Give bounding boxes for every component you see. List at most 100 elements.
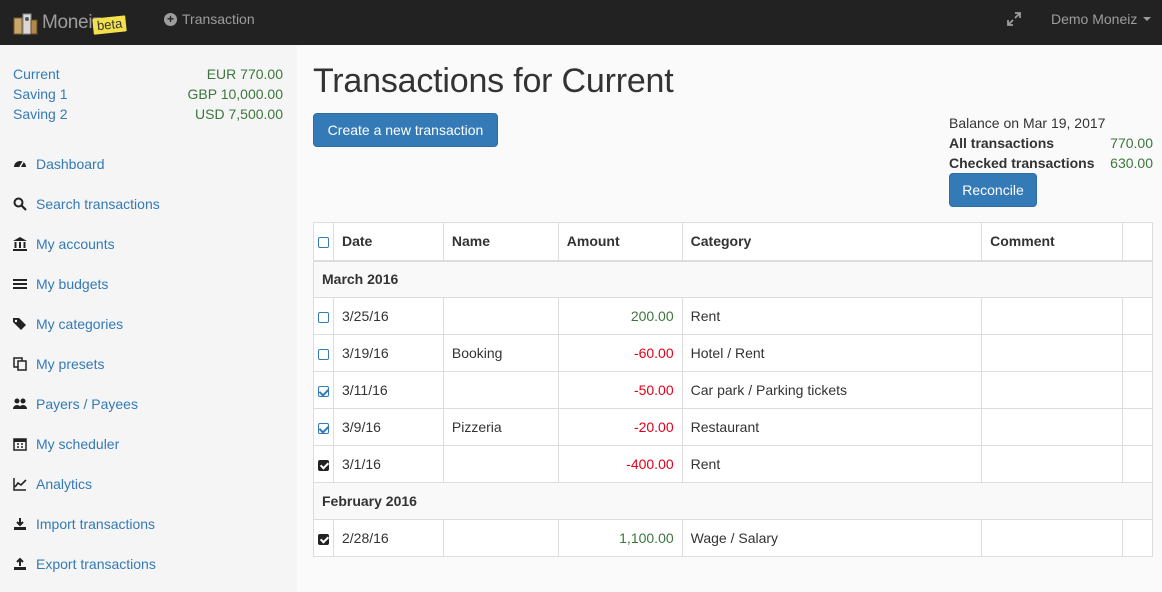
column-header-actions [1122,222,1153,262]
category-cell: Car park / Parking tickets [681,371,983,409]
balance-heading: Balance on Mar 19, 2017 [949,115,1106,131]
user-name: Demo Moneiz [1051,11,1138,27]
users-icon [12,397,28,411]
sidebar-item-scheduler[interactable]: My scheduler [12,434,119,454]
sidebar-item-categories[interactable]: My categories [12,314,123,334]
date-cell: 3/1/16 [332,445,444,483]
row-checkbox[interactable] [318,533,329,545]
new-transaction-label: Transaction [182,11,255,27]
table-row[interactable]: 3/19/16 Booking -60.00 Hotel / Rent [313,334,1153,372]
name-cell: Booking [442,334,559,372]
account-row-saving-2[interactable]: Saving 2 USD 7,500.00 [13,106,283,122]
account-name[interactable]: Current [13,66,60,82]
amount-cell: -20.00 [557,408,683,446]
import-icon [12,517,28,531]
category-cell: Hotel / Rent [681,334,983,372]
table-header-row: Date Name Amount Category Comment [313,222,1153,262]
checkbox-cell [313,371,334,409]
sidebar-item-label: Import transactions [36,516,156,532]
row-actions-cell [1122,519,1153,557]
all-transactions-balance: All transactions 770.00 [949,135,1153,151]
name-cell [442,371,559,409]
row-actions-cell [1122,297,1153,335]
balance-label: All transactions [949,135,1055,151]
moneiz-logo-icon [12,10,38,36]
balance-value: 770.00 [1110,135,1153,151]
column-header-amount[interactable]: Amount [557,222,683,262]
column-header-comment[interactable]: Comment [981,222,1123,262]
row-checkbox[interactable] [318,348,329,360]
sidebar-item-dashboard[interactable]: Dashboard [12,154,105,174]
account-row-current[interactable]: Current EUR 770.00 [13,66,283,82]
select-all-cell [313,222,334,262]
row-checkbox[interactable] [318,459,329,471]
comment-cell [981,334,1123,372]
table-row[interactable]: 3/1/16 -400.00 Rent [313,445,1153,483]
account-row-saving-1[interactable]: Saving 1 GBP 10,000.00 [13,86,283,102]
sidebar-item-label: Payers / Payees [36,396,138,412]
sidebar-item-payees[interactable]: Payers / Payees [12,394,138,414]
sidebar-item-label: Dashboard [36,156,105,172]
select-all-checkbox[interactable] [318,237,329,249]
comment-cell [981,297,1123,335]
dashboard-icon [12,157,28,171]
sidebar-item-label: Search transactions [36,196,160,212]
sidebar-item-budgets[interactable]: My budgets [12,274,108,294]
sidebar-item-label: My categories [36,316,124,332]
comment-cell [981,519,1123,557]
date-cell: 3/9/16 [332,408,444,446]
copy-icon [12,357,28,371]
reconcile-button[interactable]: Reconcile [949,173,1037,207]
create-transaction-button[interactable]: Create a new transaction [313,113,498,147]
sidebar-item-label: My presets [36,356,105,372]
account-name[interactable]: Saving 1 [13,86,67,102]
comment-cell [981,371,1123,409]
row-checkbox[interactable] [318,311,329,323]
row-checkbox[interactable] [318,422,329,434]
sidebar-item-analytics[interactable]: Analytics [12,474,92,494]
row-actions-cell [1122,371,1153,409]
column-header-date[interactable]: Date [332,222,444,262]
account-name[interactable]: Saving 2 [13,106,67,122]
sidebar-item-presets[interactable]: My presets [12,354,104,374]
sidebar-item-search[interactable]: Search transactions [12,194,160,214]
table-row[interactable]: 3/11/16 -50.00 Car park / Parking tickets [313,371,1153,409]
sidebar-item-label: Analytics [36,476,93,492]
user-menu[interactable]: Demo Moneiz [1051,0,1152,38]
chart-icon [12,477,28,491]
row-checkbox[interactable] [318,385,329,397]
column-header-category[interactable]: Category [681,222,983,262]
page-title: Transactions for Current [313,62,674,100]
account-balance: EUR 770.00 [206,66,283,82]
sidebar-item-import[interactable]: Import transactions [12,514,155,534]
comment-cell [981,445,1123,483]
table-row[interactable]: 3/9/16 Pizzeria -20.00 Restaurant [313,408,1153,446]
date-cell: 3/19/16 [332,334,444,372]
checkbox-cell [313,519,334,557]
balance-label: Checked transactions [949,155,1095,171]
beta-badge: beta [92,15,128,35]
name-cell [442,445,559,483]
export-icon [12,557,28,571]
name-cell [442,297,559,335]
sidebar-item-export[interactable]: Export transactions [12,554,156,574]
sidebar-item-label: My accounts [36,236,115,252]
chevron-down-icon [1143,17,1152,21]
plus-circle-icon: + [164,12,177,26]
account-balance: USD 7,500.00 [195,106,283,122]
table-row[interactable]: 2/28/16 1,100.00 Wage / Salary [313,519,1153,557]
checkbox-cell [313,445,334,483]
sidebar-item-accounts[interactable]: My accounts [12,234,115,254]
sidebar-item-label: My budgets [36,276,109,292]
month-group-label: February 2016 [313,482,1153,520]
fullscreen-icon[interactable] [1006,11,1022,27]
table-row[interactable]: 3/25/16 200.00 Rent [313,297,1153,335]
bank-icon [12,237,28,251]
category-cell: Rent [681,297,983,335]
sidebar-item-label: Export transactions [36,556,156,572]
checkbox-cell [313,334,334,372]
transactions-body: March 2016 3/25/16 200.00 Rent 3/19/16 Bookin… [313,260,1153,557]
new-transaction-link[interactable]: + Transaction [164,0,255,38]
brand-link[interactable]: Moneiz [12,8,102,38]
column-header-name[interactable]: Name [442,222,559,262]
